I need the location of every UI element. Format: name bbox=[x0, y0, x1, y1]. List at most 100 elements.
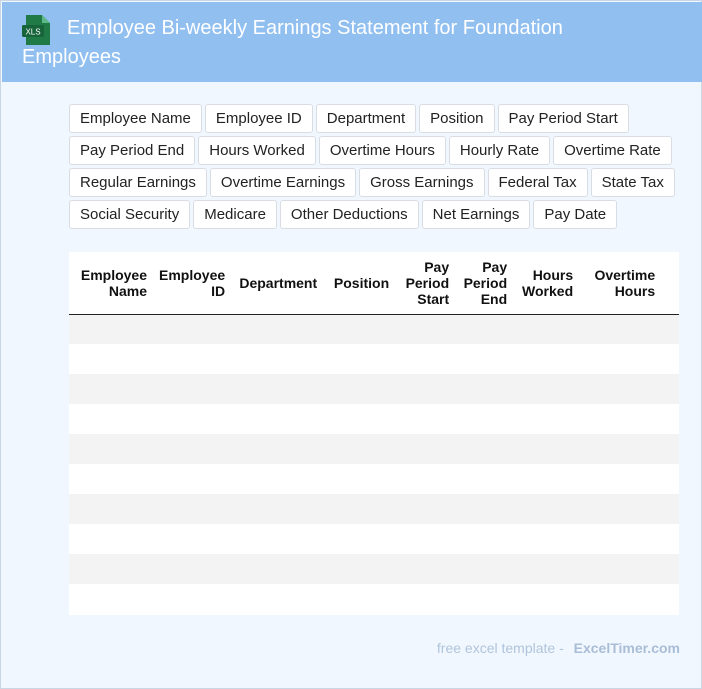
table-cell[interactable] bbox=[579, 494, 662, 524]
table-cell[interactable] bbox=[455, 404, 514, 434]
table-cell[interactable] bbox=[513, 434, 580, 464]
table-cell[interactable] bbox=[231, 374, 324, 404]
column-header[interactable]: Hours Worked bbox=[513, 252, 580, 315]
table-cell[interactable] bbox=[231, 344, 324, 374]
table-cell[interactable] bbox=[153, 464, 232, 494]
table-cell[interactable] bbox=[513, 404, 580, 434]
table-cell[interactable] bbox=[323, 314, 396, 344]
table-cell[interactable] bbox=[153, 344, 232, 374]
column-header[interactable]: Employee Name bbox=[69, 252, 153, 315]
table-cell[interactable] bbox=[153, 584, 232, 614]
table-cell[interactable] bbox=[661, 374, 679, 404]
table-cell[interactable] bbox=[69, 464, 153, 494]
table-cell[interactable] bbox=[579, 554, 662, 584]
table-cell[interactable] bbox=[323, 584, 396, 614]
table-cell[interactable] bbox=[455, 434, 514, 464]
table-cell[interactable] bbox=[153, 404, 232, 434]
table-cell[interactable] bbox=[455, 524, 514, 554]
table-cell[interactable] bbox=[395, 554, 456, 584]
table-cell[interactable] bbox=[69, 314, 153, 344]
table-cell[interactable] bbox=[395, 584, 456, 614]
footer-brand-link[interactable]: ExcelTimer.com bbox=[574, 640, 680, 656]
table-cell[interactable] bbox=[153, 374, 232, 404]
column-header[interactable]: Department bbox=[231, 252, 324, 315]
table-cell[interactable] bbox=[153, 434, 232, 464]
table-cell[interactable] bbox=[153, 494, 232, 524]
table-cell[interactable] bbox=[323, 374, 396, 404]
table-cell[interactable] bbox=[513, 524, 580, 554]
table-cell[interactable] bbox=[323, 524, 396, 554]
table-cell[interactable] bbox=[661, 464, 679, 494]
table-cell[interactable] bbox=[395, 494, 456, 524]
table-cell[interactable] bbox=[579, 434, 662, 464]
table-cell[interactable] bbox=[231, 404, 324, 434]
column-header[interactable]: Employee ID bbox=[153, 252, 232, 315]
table-cell[interactable] bbox=[231, 494, 324, 524]
table-cell[interactable] bbox=[153, 554, 232, 584]
table-cell[interactable] bbox=[231, 584, 324, 614]
table-cell[interactable] bbox=[661, 554, 679, 584]
table-cell[interactable] bbox=[579, 464, 662, 494]
table-cell[interactable] bbox=[323, 464, 396, 494]
table-cell[interactable] bbox=[455, 314, 514, 344]
table-cell[interactable] bbox=[69, 434, 153, 464]
table-cell[interactable] bbox=[69, 554, 153, 584]
table-cell[interactable] bbox=[513, 374, 580, 404]
table-cell[interactable] bbox=[231, 464, 324, 494]
table-cell[interactable] bbox=[661, 524, 679, 554]
earnings-table-container[interactable]: Employee Name Employee ID Department Positi… bbox=[69, 252, 679, 615]
table-cell[interactable] bbox=[231, 554, 324, 584]
table-cell[interactable] bbox=[69, 524, 153, 554]
table-cell[interactable] bbox=[395, 344, 456, 374]
table-cell[interactable] bbox=[395, 314, 456, 344]
table-cell[interactable] bbox=[661, 434, 679, 464]
table-cell[interactable] bbox=[455, 344, 514, 374]
table-cell[interactable] bbox=[513, 344, 580, 374]
table-cell[interactable] bbox=[69, 404, 153, 434]
table-cell[interactable] bbox=[579, 344, 662, 374]
table-cell[interactable] bbox=[395, 374, 456, 404]
table-cell[interactable] bbox=[579, 314, 662, 344]
table-cell[interactable] bbox=[513, 314, 580, 344]
table-cell[interactable] bbox=[513, 554, 580, 584]
table-cell[interactable] bbox=[395, 464, 456, 494]
table-cell[interactable] bbox=[661, 404, 679, 434]
table-cell[interactable] bbox=[661, 344, 679, 374]
table-cell[interactable] bbox=[579, 374, 662, 404]
table-cell[interactable] bbox=[153, 524, 232, 554]
column-header[interactable]: Pay Period End bbox=[455, 252, 514, 315]
table-cell[interactable] bbox=[323, 404, 396, 434]
table-cell[interactable] bbox=[661, 584, 679, 614]
table-cell[interactable] bbox=[231, 434, 324, 464]
column-header[interactable]: Overtime Hours bbox=[579, 252, 662, 315]
table-cell[interactable] bbox=[579, 584, 662, 614]
column-header[interactable]: Pay Period Start bbox=[395, 252, 456, 315]
table-cell[interactable] bbox=[231, 314, 324, 344]
table-cell[interactable] bbox=[69, 374, 153, 404]
table-cell[interactable] bbox=[579, 524, 662, 554]
table-cell[interactable] bbox=[513, 494, 580, 524]
table-cell[interactable] bbox=[513, 584, 580, 614]
table-cell[interactable] bbox=[579, 404, 662, 434]
table-cell[interactable] bbox=[455, 494, 514, 524]
table-cell[interactable] bbox=[395, 434, 456, 464]
table-cell[interactable] bbox=[153, 314, 232, 344]
table-cell[interactable] bbox=[323, 344, 396, 374]
table-cell[interactable] bbox=[661, 314, 679, 344]
table-cell[interactable] bbox=[323, 554, 396, 584]
table-cell[interactable] bbox=[455, 464, 514, 494]
table-cell[interactable] bbox=[661, 494, 679, 524]
table-cell[interactable] bbox=[69, 584, 153, 614]
table-cell[interactable] bbox=[323, 434, 396, 464]
table-cell[interactable] bbox=[395, 524, 456, 554]
table-cell[interactable] bbox=[69, 344, 153, 374]
table-cell[interactable] bbox=[455, 554, 514, 584]
table-cell[interactable] bbox=[455, 374, 514, 404]
column-header[interactable]: Hourly Rate bbox=[661, 252, 679, 315]
table-cell[interactable] bbox=[231, 524, 324, 554]
table-cell[interactable] bbox=[323, 494, 396, 524]
column-header[interactable]: Position bbox=[323, 252, 396, 315]
table-cell[interactable] bbox=[69, 494, 153, 524]
table-cell[interactable] bbox=[513, 464, 580, 494]
table-cell[interactable] bbox=[455, 584, 514, 614]
